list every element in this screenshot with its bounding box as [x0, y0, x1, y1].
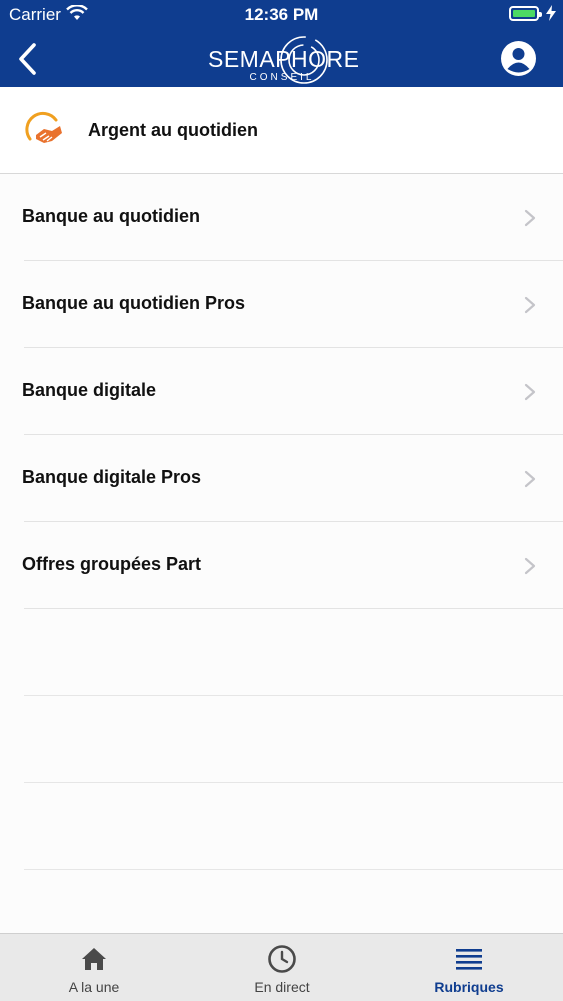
- list-item[interactable]: Banque digitale Pros: [22, 435, 563, 522]
- handshake-icon: [22, 109, 66, 153]
- tab-en-direct[interactable]: En direct: [188, 934, 376, 1001]
- tab-label: En direct: [254, 979, 310, 995]
- list-item[interactable]: Banque au quotidien Pros: [22, 261, 563, 348]
- section-header: Argent au quotidien: [0, 87, 563, 174]
- tab-bar: A la une En direct Rubriques: [0, 933, 563, 1001]
- empty-list-row: [24, 609, 563, 696]
- chevron-right-icon: [524, 296, 536, 314]
- chevron-right-icon: [524, 383, 536, 401]
- tab-a-la-une[interactable]: A la une: [0, 934, 188, 1001]
- navigation-bar: SEMAPHORE CONSEIL: [0, 30, 563, 87]
- profile-button[interactable]: [500, 40, 537, 77]
- logo-wordmark: SEMAPHORE: [208, 46, 360, 72]
- category-list: Banque au quotidien Banque au quotidien …: [0, 174, 563, 870]
- clock-time: 12:36 PM: [244, 5, 319, 24]
- empty-list-row: [24, 696, 563, 783]
- list-icon: [456, 949, 482, 970]
- list-item[interactable]: Banque digitale: [22, 348, 563, 435]
- tab-rubriques[interactable]: Rubriques: [375, 934, 563, 1001]
- list-item[interactable]: Offres groupées Part: [22, 522, 563, 609]
- logo-subtitle: CONSEIL: [249, 72, 315, 83]
- back-button[interactable]: [14, 39, 44, 79]
- chevron-right-icon: [524, 209, 536, 227]
- status-bar: Carrier 12:36 PM: [0, 0, 563, 30]
- list-item[interactable]: Banque au quotidien: [22, 174, 563, 261]
- section-title: Argent au quotidien: [88, 120, 258, 140]
- battery-icon: [509, 6, 542, 21]
- chevron-left-icon: [19, 43, 36, 75]
- list-item-label: Banque digitale Pros: [22, 467, 202, 487]
- list-item-label: Banque digitale: [22, 380, 157, 400]
- charging-bolt-icon: [545, 4, 557, 27]
- list-item-label: Offres groupées Part: [22, 554, 202, 574]
- tab-label: Rubriques: [434, 979, 504, 995]
- chevron-right-icon: [524, 557, 536, 575]
- clock-icon: [268, 945, 296, 973]
- chevron-right-icon: [524, 470, 536, 488]
- list-item-label: Banque au quotidien: [22, 206, 200, 226]
- tab-label: A la une: [68, 979, 120, 995]
- empty-list-row: [24, 783, 563, 870]
- user-circle-icon: [501, 41, 536, 76]
- semaphore-logo: SEMAPHORE CONSEIL: [204, 32, 360, 86]
- list-item-label: Banque au quotidien Pros: [22, 293, 246, 313]
- home-icon: [82, 948, 106, 970]
